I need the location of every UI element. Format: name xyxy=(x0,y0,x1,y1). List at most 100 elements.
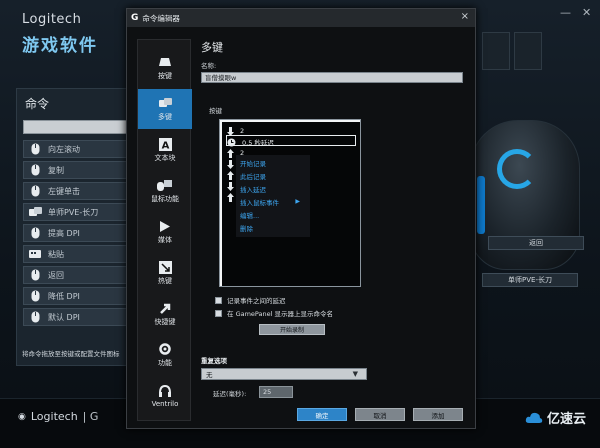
sidebar-item[interactable]: 功能 xyxy=(138,335,192,375)
record-delay-row[interactable]: 记录事件之间的延迟 xyxy=(215,295,286,305)
sidebar-item-label: 鼠标功能 xyxy=(151,195,179,203)
app-header: Logitech 游戏软件 xyxy=(22,12,98,56)
gamepanel-row[interactable]: 在 GamePanel 显示器上显示命令名 xyxy=(215,308,333,318)
command-label: 提高 DPI xyxy=(48,228,80,238)
sidebar-item[interactable]: 多键 xyxy=(138,89,192,129)
mouse-icon xyxy=(28,268,42,282)
repeat-label: 重复选项 xyxy=(201,357,227,365)
record-delay-label: 记录事件之间的延迟 xyxy=(227,297,286,305)
button-assignment-return[interactable]: 返回 xyxy=(488,236,584,250)
multikey-icon xyxy=(28,205,42,219)
repeat-value: 无 xyxy=(206,371,213,379)
arrow-up-icon xyxy=(227,192,234,202)
command-editor-dialog: G 命令编辑器 × 按键 多键 A 文本块 鼠标功能 媒体 热键 快捷键 功能 Ventrilo … xyxy=(126,8,476,429)
delay-input[interactable]: 25 xyxy=(259,386,293,398)
mouse-icon xyxy=(28,226,42,240)
selected-row-outline xyxy=(226,135,356,146)
keyboard-icon xyxy=(28,247,42,261)
delay-label: 延迟(毫秒): xyxy=(213,390,247,398)
brand-text: Logitech xyxy=(22,12,82,27)
add-button[interactable]: 添加 xyxy=(413,408,463,421)
gamepanel-checkbox[interactable] xyxy=(215,309,222,317)
context-menu-item[interactable]: 插入鼠标事件 ▶ xyxy=(236,196,310,207)
ok-button[interactable]: 确定 xyxy=(297,408,347,421)
sidebar-item-label: 媒体 xyxy=(158,236,172,244)
app-title: 游戏软件 xyxy=(22,36,98,56)
command-label: 复制 xyxy=(48,165,64,175)
minimize-icon[interactable]: — xyxy=(560,6,571,19)
close-icon[interactable]: ✕ xyxy=(582,6,591,19)
command-list: 向左滚动复制左键单击单师PVE-长刀 提高 DPI 粘贴返回降低 DPI 默认 DPI xyxy=(17,140,143,326)
command-item[interactable]: 单师PVE-长刀 xyxy=(23,203,137,221)
command-item[interactable]: 复制 xyxy=(23,161,137,179)
keys-list-box: 2 0.5 秒延迟 2 开始记录 此后记录 插入延迟 插入鼠标事件 ▶ 编辑... 删除 xyxy=(219,119,361,287)
command-item[interactable]: 粘贴 xyxy=(23,245,137,263)
command-label: 返回 xyxy=(48,270,64,280)
profile-slot[interactable] xyxy=(514,32,542,70)
command-item[interactable]: 提高 DPI xyxy=(23,224,137,242)
command-label: 粘贴 xyxy=(48,249,64,259)
command-item[interactable]: 向左滚动 xyxy=(23,140,137,158)
gamepanel-label: 在 GamePanel 显示器上显示命令名 xyxy=(227,310,334,318)
context-menu-item[interactable]: 删除 xyxy=(236,222,310,233)
start-record-button[interactable]: 开始录制 xyxy=(259,324,325,335)
repeat-select[interactable]: 无 ▼ xyxy=(201,368,367,380)
arrow-down-icon xyxy=(227,159,234,169)
command-item[interactable]: 降低 DPI xyxy=(23,287,137,305)
record-delay-checkbox[interactable] xyxy=(215,296,222,304)
key-row-text: 2 xyxy=(240,127,245,135)
command-label: 降低 DPI xyxy=(48,291,80,301)
sidebar-item[interactable]: 媒体 xyxy=(138,212,192,252)
function-icon xyxy=(157,342,173,356)
arrow-up-icon xyxy=(227,148,234,158)
context-menu-label: 插入延迟 xyxy=(240,185,266,194)
close-icon[interactable]: × xyxy=(461,11,469,22)
g-icon: G xyxy=(131,13,139,23)
context-menu-label: 编辑... xyxy=(240,211,260,220)
context-menu-item[interactable]: 插入延迟 xyxy=(236,183,310,194)
command-item[interactable]: 返回 xyxy=(23,266,137,284)
arrow-down-icon xyxy=(227,181,234,191)
hotkey-icon xyxy=(157,260,173,274)
command-search-input[interactable] xyxy=(23,120,137,134)
submenu-arrow-icon: ▶ xyxy=(295,198,300,205)
commands-panel: 命令 向左滚动复制左键单击单师PVE-长刀 提高 DPI 粘贴返回降低 DPI 默认 … xyxy=(16,88,144,366)
sidebar-item-label: 文本块 xyxy=(154,154,176,162)
sidebar-item-label: 功能 xyxy=(158,359,172,367)
commands-title: 命令 xyxy=(25,97,50,111)
sidebar-item[interactable]: A 文本块 xyxy=(138,130,192,170)
keys-label: 按键 xyxy=(209,107,222,115)
sidebar-item-label: 多键 xyxy=(158,113,172,121)
dialog-title: 命令编辑器 xyxy=(142,13,180,23)
sidebar-item[interactable]: 按键 xyxy=(138,48,192,88)
command-label: 向左滚动 xyxy=(48,144,80,154)
button-assignment-macro[interactable]: 单师PVE-长刀 xyxy=(482,273,578,287)
profile-slot[interactable] xyxy=(482,32,510,70)
command-label: 单师PVE-长刀 xyxy=(48,207,99,217)
context-menu-item[interactable]: 编辑... xyxy=(236,209,310,220)
shortcut-icon xyxy=(157,301,173,315)
text-block-icon: A xyxy=(157,137,173,151)
command-item[interactable]: 默认 DPI xyxy=(23,308,137,326)
editor-main: 多键 名称: 盲僧摸眼w 按键 2 0.5 秒延迟 2 开始记录 此后记录 插入延迟 插入… xyxy=(201,39,473,429)
command-label: 默认 DPI xyxy=(48,312,80,322)
key-icon xyxy=(157,55,173,69)
context-menu-label: 开始记录 xyxy=(240,159,266,168)
command-label: 左键单击 xyxy=(48,186,80,196)
chevron-down-icon: ▼ xyxy=(352,370,358,378)
context-menu-item[interactable]: 开始记录 xyxy=(236,157,310,168)
keys-list[interactable]: 2 0.5 秒延迟 2 开始记录 此后记录 插入延迟 插入鼠标事件 ▶ 编辑... 删除 xyxy=(222,122,360,286)
sidebar-item[interactable]: 快捷键 xyxy=(138,294,192,334)
command-item[interactable]: 左键单击 xyxy=(23,182,137,200)
cancel-button[interactable]: 取消 xyxy=(355,408,405,421)
mouse-function-icon xyxy=(157,178,173,192)
sidebar-item[interactable]: Ventrilo xyxy=(138,376,192,416)
context-menu-item[interactable]: 此后记录 xyxy=(236,170,310,181)
mouse-icon xyxy=(28,184,42,198)
footer-logo: ◉ Logitech | G xyxy=(18,410,98,423)
sidebar-item-label: Ventrilo xyxy=(151,400,179,408)
name-label: 名称: xyxy=(201,62,217,70)
sidebar-item[interactable]: 热键 xyxy=(138,253,192,293)
name-input[interactable]: 盲僧摸眼w xyxy=(201,72,463,83)
sidebar-item[interactable]: 鼠标功能 xyxy=(138,171,192,211)
